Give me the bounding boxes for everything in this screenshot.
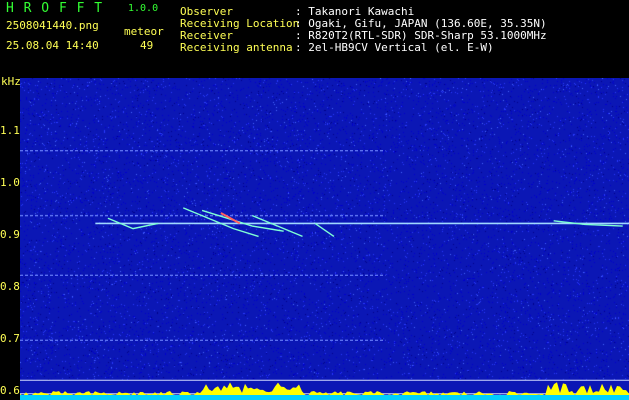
hrofft-window: H R O F F T 1.0.0 2508041440.png 25.08.0… [0, 0, 629, 400]
meteor-trace [252, 214, 303, 238]
y-tick-label: 0.8 [0, 279, 20, 293]
y-tick-label: 0.7 [0, 331, 20, 345]
y-tick-label: 0.6 [0, 383, 20, 397]
spectrogram-overlay [20, 150, 629, 400]
y-axis-ticks: 1.1 1.0 0.9 0.8 0.7 0.6 [0, 0, 20, 400]
meteor-trace [182, 207, 259, 238]
y-tick-label: 1.0 [0, 175, 20, 189]
power-baseline [20, 395, 629, 400]
y-tick-label: 1.1 [0, 123, 20, 137]
y-tick-label: 0.9 [0, 227, 20, 241]
meteor-trace [314, 222, 335, 237]
meteor-trace [220, 212, 241, 225]
